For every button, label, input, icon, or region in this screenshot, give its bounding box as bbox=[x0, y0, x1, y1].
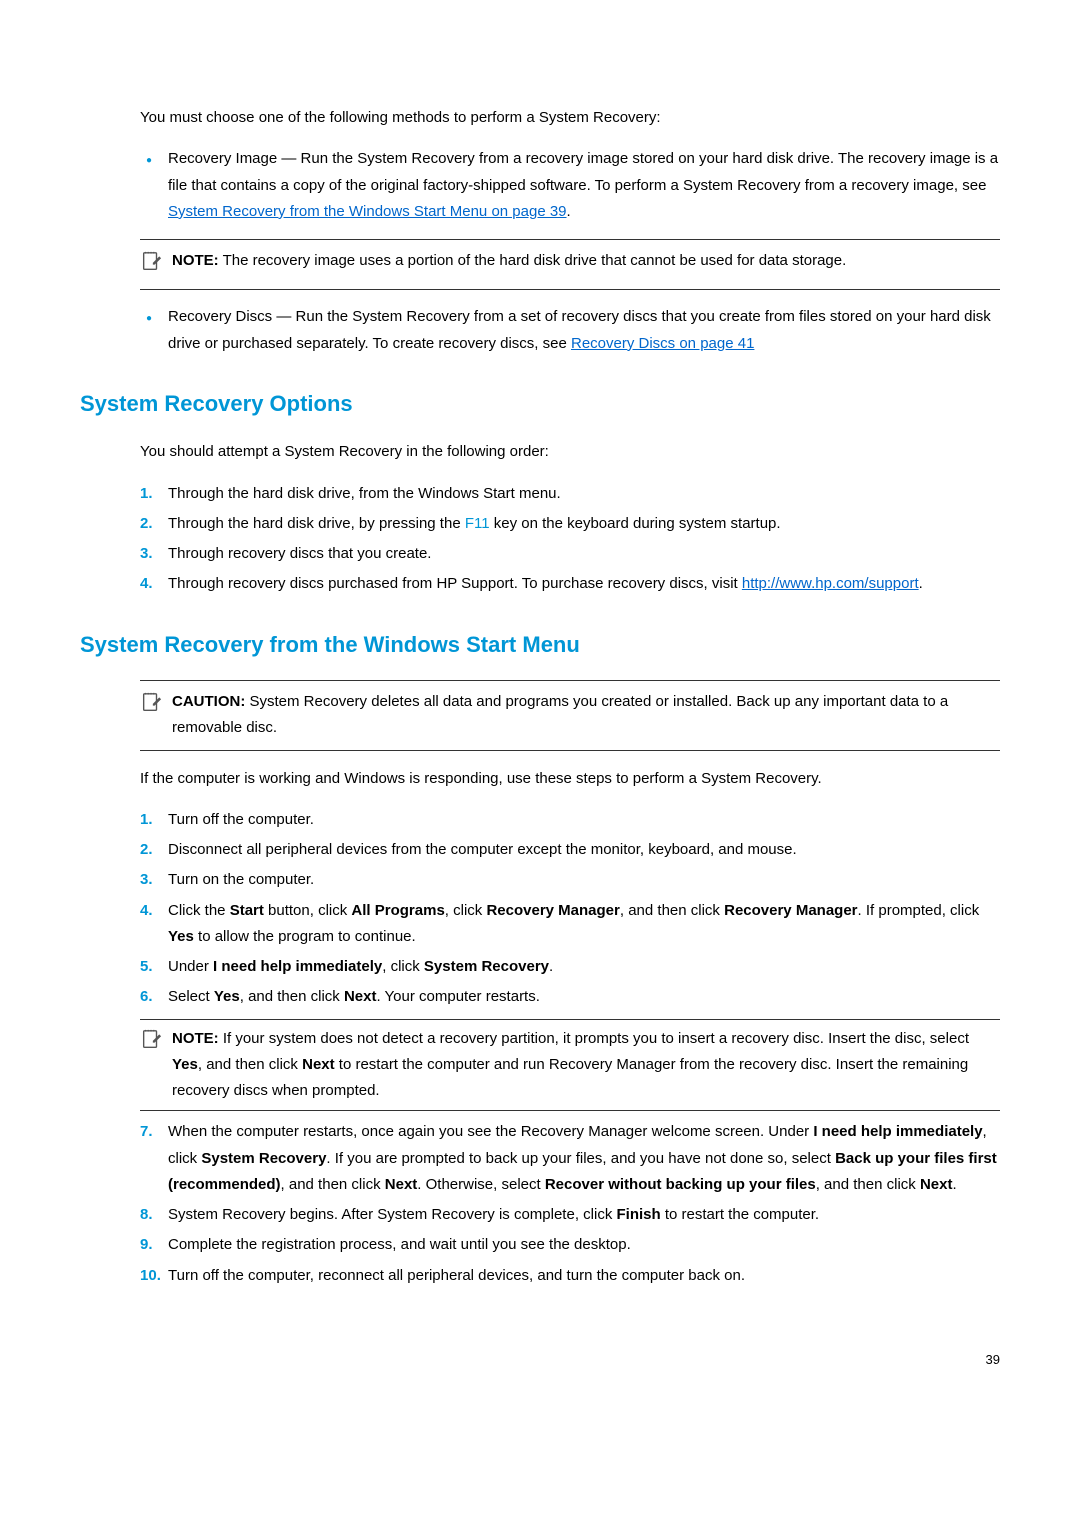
options-intro: You should attempt a System Recovery in … bbox=[140, 439, 1000, 465]
step-6: Select Yes, and then click Next. Your co… bbox=[168, 984, 1000, 1111]
intro-text: You must choose one of the following met… bbox=[140, 105, 1000, 131]
method-image-text: Recovery Image — Run the System Recovery… bbox=[168, 150, 998, 193]
option-4: Through recovery discs purchased from HP… bbox=[168, 571, 1000, 597]
step-9: Complete the registration process, and w… bbox=[168, 1232, 1000, 1258]
step-2: Disconnect all peripheral devices from t… bbox=[168, 837, 1000, 863]
step-5: Under I need help immediately, click Sys… bbox=[168, 954, 1000, 980]
step-3: Turn on the computer. bbox=[168, 867, 1000, 893]
method-list: Recovery Image — Run the System Recovery… bbox=[140, 146, 1000, 357]
link-hp-support[interactable]: http://www.hp.com/support bbox=[742, 575, 919, 592]
note-partition: NOTE: If your system does not detect a r… bbox=[140, 1019, 1000, 1112]
method-discs: Recovery Discs — Run the System Recovery… bbox=[168, 304, 1000, 357]
option-3: Through recovery discs that you create. bbox=[168, 541, 1000, 567]
option-1: Through the hard disk drive, from the Wi… bbox=[168, 481, 1000, 507]
link-win-start-menu[interactable]: System Recovery from the Windows Start M… bbox=[168, 203, 567, 220]
note-icon bbox=[140, 248, 162, 281]
step-10: Turn off the computer, reconnect all per… bbox=[168, 1263, 1000, 1289]
step-8: System Recovery begins. After System Rec… bbox=[168, 1202, 1000, 1228]
note-text: NOTE: The recovery image uses a portion … bbox=[172, 248, 1000, 274]
options-list: Through the hard disk drive, from the Wi… bbox=[140, 481, 1000, 598]
heading-winstart: System Recovery from the Windows Start M… bbox=[80, 626, 1000, 665]
step-4: Click the Start button, click All Progra… bbox=[168, 898, 1000, 951]
note-partition-text: NOTE: If your system does not detect a r… bbox=[172, 1026, 1000, 1105]
step-7: When the computer restarts, once again y… bbox=[168, 1119, 1000, 1198]
method-image-after: . bbox=[567, 203, 571, 220]
winstart-intro: If the computer is working and Windows i… bbox=[140, 766, 1000, 792]
link-recovery-discs[interactable]: Recovery Discs on page 41 bbox=[571, 335, 754, 352]
page-number: 39 bbox=[80, 1349, 1000, 1372]
caution-callout: CAUTION: System Recovery deletes all dat… bbox=[140, 680, 1000, 751]
heading-options: System Recovery Options bbox=[80, 385, 1000, 424]
caution-text: CAUTION: System Recovery deletes all dat… bbox=[172, 689, 1000, 742]
caution-icon bbox=[140, 689, 162, 722]
option-2: Through the hard disk drive, by pressing… bbox=[168, 511, 1000, 537]
method-image: Recovery Image — Run the System Recovery… bbox=[168, 146, 1000, 290]
step-1: Turn off the computer. bbox=[168, 807, 1000, 833]
steps-list: Turn off the computer. Disconnect all pe… bbox=[140, 807, 1000, 1289]
note-recovery-image: NOTE: The recovery image uses a portion … bbox=[140, 239, 1000, 290]
key-f11: F11 bbox=[465, 515, 490, 532]
note-icon bbox=[140, 1026, 162, 1105]
